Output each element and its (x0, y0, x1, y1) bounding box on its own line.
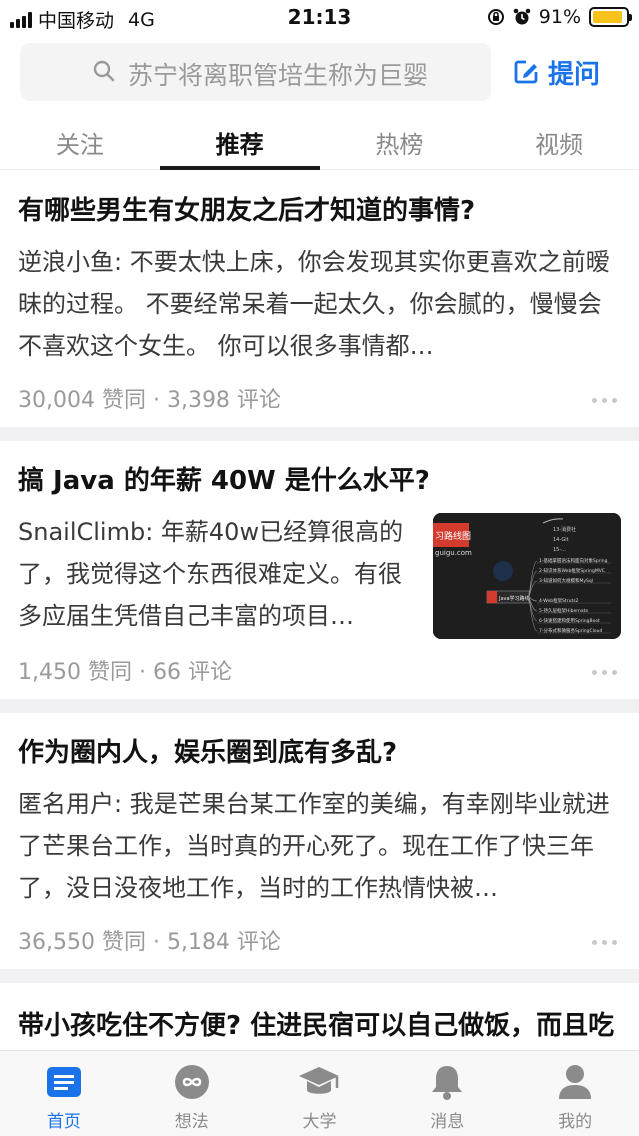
thumb-branch-text: 5-持久层框架Hibernate (539, 607, 588, 614)
edit-icon (514, 60, 538, 84)
status-bar: 中国移动 4G 21:13 91% (0, 0, 639, 36)
more-options-icon[interactable] (592, 940, 617, 945)
card-excerpt[interactable]: 匿名用户: 我是芒果台某工作室的美编，有幸刚毕业就进了芒果台工作，当时真的开心死… (18, 783, 621, 909)
card-stats: 36,550 赞同 · 5,184 评论 (18, 930, 281, 955)
ask-question-button[interactable]: 提问 (512, 54, 600, 90)
card-title[interactable]: 作为圈内人，娱乐圈到底有多乱? (18, 733, 621, 773)
card-meta: 30,004 赞同 · 3,398 评论 (18, 377, 621, 427)
graduation-cap-icon (299, 1067, 340, 1094)
tab-hot[interactable]: 热榜 (320, 112, 480, 169)
card-excerpt[interactable]: 逆浪小鱼: 不要太快上床，你会发现其实你更喜欢之前暧昧的过程。 不要经常呆着一起… (18, 241, 621, 367)
feed-card[interactable]: 有哪些男生有女朋友之后才知道的事情? 逆浪小鱼: 不要太快上床，你会发现其实你更… (0, 171, 639, 427)
card-meta: 36,550 赞同 · 5,184 评论 (18, 919, 621, 969)
battery-icon (589, 7, 632, 27)
idea-icon (174, 1065, 209, 1099)
thumb-top-branch: 15-... (553, 547, 566, 553)
search-icon (93, 60, 115, 82)
bell-icon (432, 1066, 463, 1100)
rotation-lock-icon (487, 9, 504, 25)
thumb-top-branch: 13-消费社 (553, 526, 576, 533)
card-divider (0, 969, 639, 983)
more-options-icon[interactable] (592, 670, 617, 675)
profile-icon (559, 1065, 592, 1099)
status-right: 91% (487, 6, 632, 28)
feed-card[interactable]: 搞 Java 的年薪 40W 是什么水平? SnailClimb: 年薪40w已… (0, 441, 639, 699)
card-title[interactable]: 有哪些男生有女朋友之后才知道的事情? (18, 191, 621, 231)
thumb-branch-text: 2-知识体系Web框架SpringMVC (539, 567, 605, 574)
thumb-header-text: 习路线图 (435, 530, 471, 542)
card-stats: 1,450 赞同 · 66 评论 (18, 660, 232, 685)
more-options-icon[interactable] (592, 398, 617, 403)
nav-item-home[interactable]: 首页 (0, 1051, 128, 1136)
card-body: SnailClimb: 年薪40w已经算很高的了，我觉得这个东西很难定义。有很多… (18, 511, 621, 639)
thumb-branch-text: 3-知道如何大规模和MySql (539, 577, 593, 584)
nav-item-university[interactable]: 大学 (256, 1051, 384, 1136)
nav-item-messages[interactable]: 消息 (383, 1051, 511, 1136)
alarm-icon (513, 8, 531, 25)
search-placeholder: 苏宁将离职管培生称为巨婴 (128, 61, 429, 90)
card-title[interactable]: 搞 Java 的年薪 40W 是什么水平? (18, 461, 621, 501)
bottom-nav: 首页 想法 大学 消息 我的 (0, 1050, 639, 1136)
card-divider (0, 699, 639, 713)
mindmap-image: 习路线图 guigu.com 13-消费社 14-Git 15-... Java… (433, 513, 621, 639)
tab-video[interactable]: 视频 (479, 112, 639, 169)
thumb-branch-text: 4-Web框架Struts2 (539, 597, 579, 604)
card-divider (0, 427, 639, 441)
feed-card[interactable]: 作为圈内人，娱乐圈到底有多乱? 匿名用户: 我是芒果台某工作室的美编，有幸刚毕业… (0, 713, 639, 969)
search-input[interactable]: 苏宁将离职管培生称为巨婴 (20, 43, 491, 101)
tab-follow[interactable]: 关注 (0, 112, 160, 169)
feed-tabs: 关注 推荐 热榜 视频 (0, 112, 639, 170)
card-excerpt[interactable]: SnailClimb: 年薪40w已经算很高的了，我觉得这个东西很难定义。有很多… (18, 511, 413, 639)
thumb-top-branch: 14-Git (553, 537, 569, 543)
nav-item-ideas[interactable]: 想法 (128, 1051, 256, 1136)
nav-item-profile[interactable]: 我的 (511, 1051, 639, 1136)
ask-question-label: 提问 (548, 59, 601, 90)
feed-list: 有哪些男生有女朋友之后才知道的事情? 逆浪小鱼: 不要太快上床，你会发现其实你更… (0, 171, 639, 1095)
thumb-site-text: guigu.com (435, 549, 472, 557)
thumb-branch-text: 6-快速搭建和使用SpringBoot (539, 617, 600, 624)
thumb-branch-text: 7-分布式和微服务SpringCloud (539, 627, 603, 634)
battery-fill (593, 11, 623, 23)
card-meta: 1,450 赞同 · 66 评论 (18, 649, 621, 699)
nav-label: 大学 (302, 1112, 337, 1132)
thumb-branch-text: 1-基础掌握语法和面向对象Spring (539, 557, 608, 564)
nav-label: 想法 (174, 1112, 209, 1132)
home-icon (46, 1067, 81, 1097)
tab-recommend[interactable]: 推荐 (159, 112, 320, 170)
battery-percent: 91% (538, 6, 581, 28)
nav-label: 我的 (558, 1112, 593, 1132)
nav-label: 首页 (46, 1112, 81, 1132)
card-thumbnail[interactable]: 习路线图 guigu.com 13-消费社 14-Git 15-... Java… (433, 513, 621, 639)
card-stats: 30,004 赞同 · 3,398 评论 (18, 388, 281, 413)
thumb-node-label: Java学习路线 (498, 595, 530, 602)
nav-label: 消息 (430, 1112, 465, 1132)
